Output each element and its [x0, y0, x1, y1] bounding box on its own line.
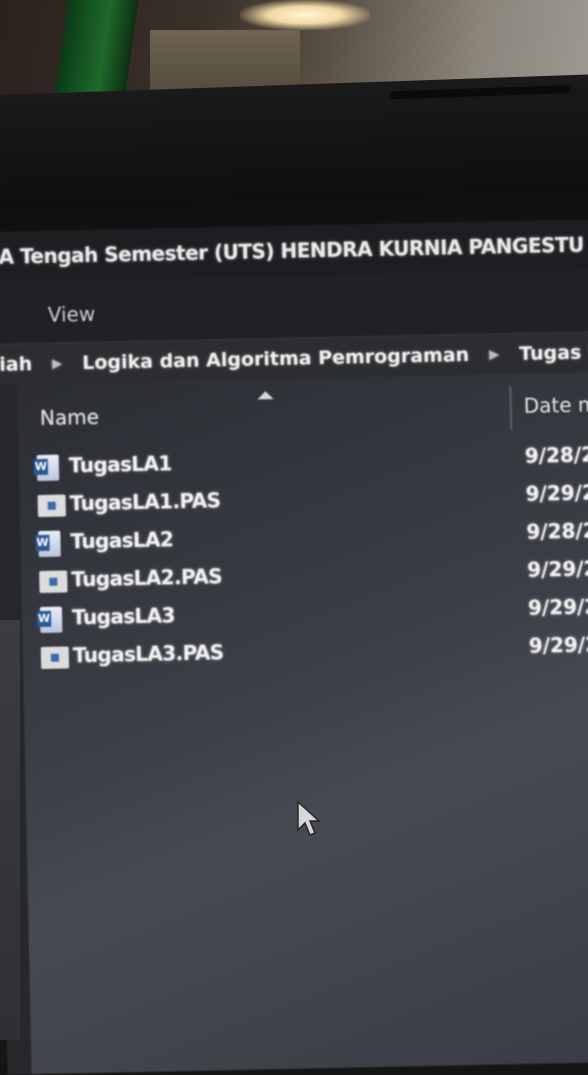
tab-view[interactable]: View	[47, 302, 95, 327]
column-header-row: Name Date m	[17, 372, 588, 440]
file-date: 9/29/2	[528, 632, 588, 658]
pas-file-icon	[40, 646, 70, 670]
file-name: TugasLA3	[71, 603, 176, 630]
window-title: A Tengah Semester (UTS) HENDRA KURNIA PA…	[0, 231, 588, 269]
screen-left-edge	[0, 620, 20, 1040]
file-list[interactable]: Name Date m TugasLA1 9/28/2 TugasLA1.PAS…	[17, 371, 588, 1075]
file-name: TugasLA2	[70, 527, 174, 554]
column-divider[interactable]	[509, 386, 513, 431]
sort-ascending-icon	[257, 391, 274, 400]
file-name: TugasLA1.PAS	[69, 488, 221, 516]
file-date: 9/29/2	[525, 480, 588, 506]
file-date: 9/28/2	[524, 442, 588, 468]
file-name: TugasLA2.PAS	[71, 564, 223, 592]
word-document-icon	[38, 530, 61, 558]
breadcrumb-item[interactable]: liah	[0, 344, 33, 385]
pas-file-icon	[39, 570, 68, 594]
file-name: TugasLA1	[68, 451, 172, 478]
chevron-right-icon: ▶	[52, 356, 63, 372]
pas-file-icon	[37, 494, 66, 518]
light-glare	[240, 0, 370, 30]
file-date: 9/28/2	[526, 518, 588, 544]
word-document-icon	[36, 454, 60, 482]
word-document-icon	[39, 606, 63, 634]
file-date: 9/29/2	[527, 594, 588, 620]
file-date: 9/29/2	[526, 556, 588, 582]
explorer-window: A Tengah Semester (UTS) HENDRA KURNIA PA…	[0, 219, 588, 1075]
breadcrumb-item[interactable]: Tugas Ujian	[519, 331, 588, 374]
chevron-right-icon: ▶	[488, 346, 500, 363]
file-rows: TugasLA1 9/28/2 TugasLA1.PAS 9/29/2 Tuga…	[19, 436, 588, 676]
column-header-name[interactable]: Name	[40, 405, 100, 430]
bezel-slot	[390, 85, 570, 100]
file-name: TugasLA3.PAS	[72, 640, 224, 668]
column-header-date[interactable]: Date m	[524, 392, 588, 418]
